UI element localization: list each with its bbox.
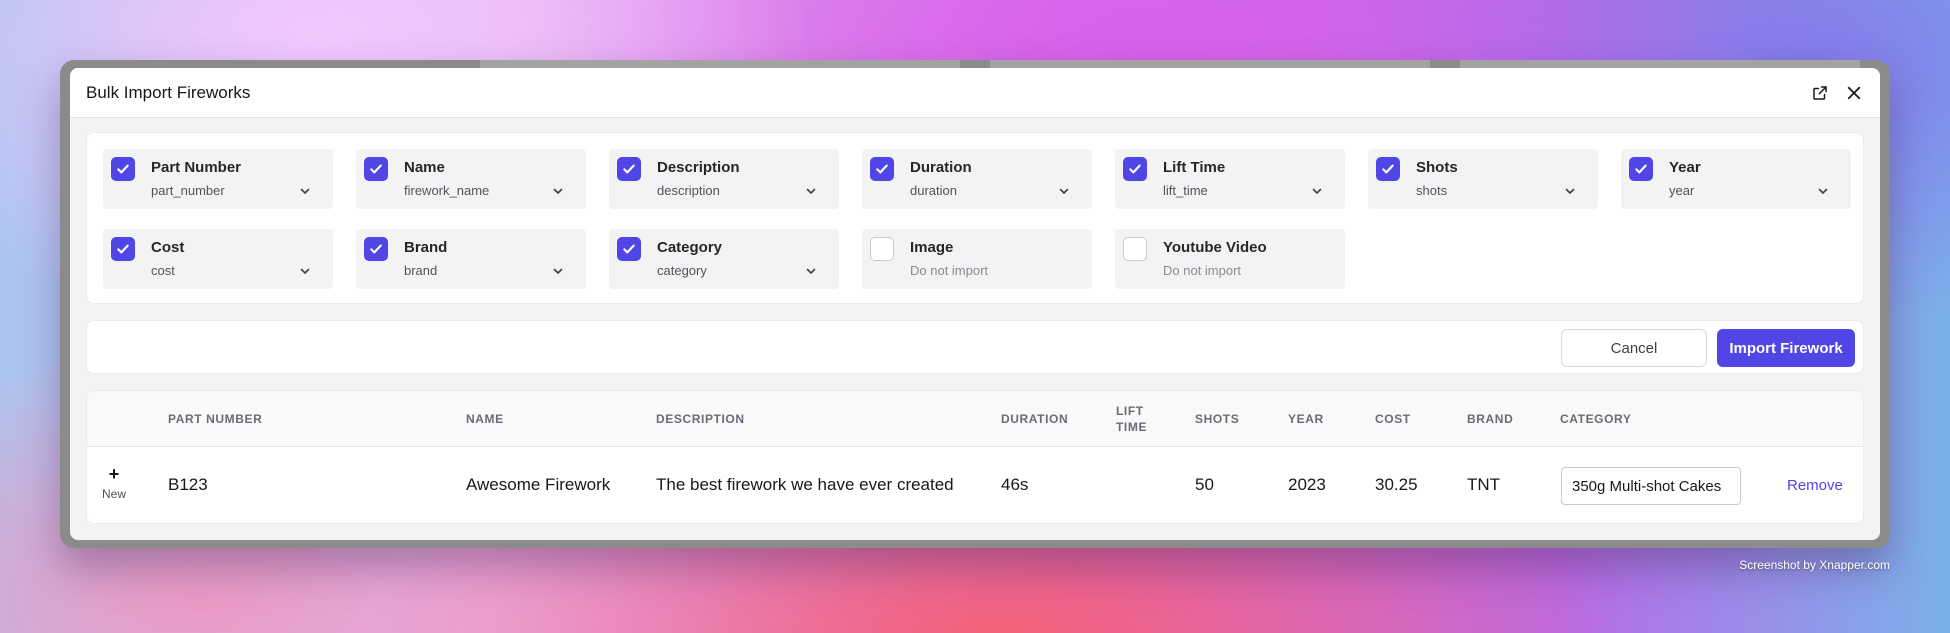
field-shots: Shots shots: [1368, 149, 1598, 209]
close-icon[interactable]: [1844, 83, 1864, 103]
column-select[interactable]: duration: [910, 183, 957, 198]
column-select[interactable]: description: [657, 183, 720, 198]
year-checkbox[interactable]: [1629, 157, 1653, 181]
modal-title: Bulk Import Fireworks: [86, 82, 251, 102]
column-select[interactable]: category: [657, 263, 707, 278]
table-header: PART NUMBER NAME DESCRIPTION DURATION LI…: [87, 391, 1863, 447]
field-duration: Duration duration: [862, 149, 1092, 209]
part-number-checkbox[interactable]: [111, 157, 135, 181]
lift-time-checkbox[interactable]: [1123, 157, 1147, 181]
youtube-video-checkbox[interactable]: [1123, 237, 1147, 261]
modal-header: Bulk Import Fireworks: [70, 68, 1880, 118]
field-youtube-video: Youtube Video Do not import: [1115, 229, 1345, 289]
field-category: Category category: [609, 229, 839, 289]
header-brand: BRAND: [1467, 412, 1514, 426]
new-row-indicator[interactable]: + New: [99, 465, 129, 501]
field-label: Image: [910, 239, 954, 256]
field-label: Year: [1669, 159, 1701, 176]
shots-checkbox[interactable]: [1376, 157, 1400, 181]
column-select[interactable]: firework_name: [404, 183, 489, 198]
chevron-down-icon[interactable]: [552, 185, 564, 197]
header-lift-time: LIFT TIME: [1116, 403, 1147, 435]
import-firework-button[interactable]: Import Firework: [1717, 329, 1855, 367]
field-part-number: Part Number part_number: [103, 149, 333, 209]
chevron-down-icon[interactable]: [1564, 185, 1576, 197]
action-bar: Cancel Import Firework: [86, 320, 1864, 374]
field-brand: Brand brand: [356, 229, 586, 289]
header-icons: [1810, 83, 1864, 103]
bulk-import-modal: Bulk Import Fireworks Part Number part_n…: [70, 68, 1880, 540]
chevron-down-icon[interactable]: [299, 265, 311, 277]
brand-checkbox[interactable]: [364, 237, 388, 261]
column-select[interactable]: year: [1669, 183, 1694, 198]
field-label: Description: [657, 159, 740, 176]
field-cost: Cost cost: [103, 229, 333, 289]
import-preview-table: PART NUMBER NAME DESCRIPTION DURATION LI…: [86, 390, 1864, 524]
chevron-down-icon[interactable]: [805, 185, 817, 197]
column-select[interactable]: lift_time: [1163, 183, 1208, 198]
header-lift-time-line2: TIME: [1116, 420, 1148, 434]
header-year: YEAR: [1288, 412, 1324, 426]
import-status: Do not import: [1163, 263, 1242, 278]
chevron-down-icon[interactable]: [805, 265, 817, 277]
plus-icon: +: [108, 464, 120, 484]
cost-checkbox[interactable]: [111, 237, 135, 261]
cell-duration: 46s: [1001, 475, 1029, 494]
field-label: Part Number: [151, 159, 242, 176]
header-category: CATEGORY: [1560, 412, 1632, 426]
header-description: DESCRIPTION: [656, 412, 745, 426]
header-lift-time-line1: LIFT: [1116, 404, 1144, 418]
import-status: Do not import: [910, 263, 989, 278]
remove-link[interactable]: Remove: [1787, 477, 1843, 494]
header-shots: SHOTS: [1195, 412, 1240, 426]
header-duration: DURATION: [1001, 412, 1069, 426]
category-checkbox[interactable]: [617, 237, 641, 261]
field-label: Name: [404, 159, 445, 176]
field-label: Youtube Video: [1163, 239, 1267, 256]
header-cost: COST: [1375, 412, 1411, 426]
cell-description: The best firework we have ever created: [656, 475, 954, 494]
field-label: Shots: [1416, 159, 1458, 176]
field-lift-time: Lift Time lift_time: [1115, 149, 1345, 209]
cell-cost: 30.25: [1375, 475, 1418, 494]
field-mapping-card: Part Number part_number Name firework_na…: [86, 132, 1864, 304]
cancel-button[interactable]: Cancel: [1561, 329, 1707, 367]
field-label: Cost: [151, 239, 185, 256]
column-select[interactable]: shots: [1416, 183, 1447, 198]
cell-name: Awesome Firework: [466, 475, 611, 494]
cell-brand: TNT: [1467, 475, 1501, 494]
column-select[interactable]: brand: [404, 263, 437, 278]
column-select[interactable]: cost: [151, 263, 175, 278]
duration-checkbox[interactable]: [870, 157, 894, 181]
header-name: NAME: [466, 412, 504, 426]
new-label: New: [101, 487, 126, 501]
field-name: Name firework_name: [356, 149, 586, 209]
field-description: Description description: [609, 149, 839, 209]
field-label: Category: [657, 239, 723, 256]
header-part-number: PART NUMBER: [168, 412, 263, 426]
cell-part-number: B123: [168, 475, 208, 494]
category-input[interactable]: [1561, 467, 1741, 505]
field-image: Image Do not import: [862, 229, 1092, 289]
chevron-down-icon[interactable]: [1817, 185, 1829, 197]
column-select[interactable]: part_number: [151, 183, 225, 198]
table-row: + New B123 Awesome Firework The best fir…: [87, 447, 1863, 523]
field-label: Brand: [404, 239, 448, 256]
chevron-down-icon[interactable]: [1311, 185, 1323, 197]
description-checkbox[interactable]: [617, 157, 641, 181]
chevron-down-icon[interactable]: [299, 185, 311, 197]
external-link-icon[interactable]: [1810, 83, 1830, 103]
field-label: Duration: [910, 159, 972, 176]
field-year: Year year: [1621, 149, 1851, 209]
field-label: Lift Time: [1163, 159, 1226, 176]
name-checkbox[interactable]: [364, 157, 388, 181]
image-checkbox[interactable]: [870, 237, 894, 261]
chevron-down-icon[interactable]: [1058, 185, 1070, 197]
cell-year: 2023: [1288, 475, 1326, 494]
watermark: Screenshot by Xnapper.com: [1739, 558, 1890, 572]
cell-shots: 50: [1195, 475, 1214, 494]
chevron-down-icon[interactable]: [552, 265, 564, 277]
